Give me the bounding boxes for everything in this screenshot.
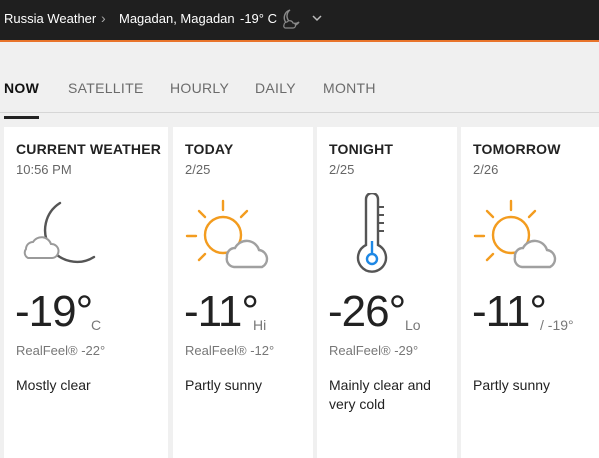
current-weather-card[interactable]: CURRENT WEATHER 10:56 PM -19° C RealFeel…: [4, 127, 168, 458]
chevron-right-icon: ›: [101, 10, 106, 26]
weather-phrase: Partly sunny: [185, 377, 263, 393]
current-temperature: -19°: [15, 287, 93, 336]
breadcrumb-region[interactable]: Russia Weather: [4, 11, 96, 26]
card-date: 2/25: [329, 162, 355, 177]
tab-now[interactable]: NOW: [4, 80, 40, 119]
breadcrumb-location[interactable]: Magadan, Magadan: [119, 11, 235, 26]
realfeel: RealFeel® -29°: [329, 343, 419, 358]
moon-cloud-icon: [23, 201, 96, 264]
low-temperature-secondary: / -19°: [540, 317, 574, 333]
top-bar: Russia Weather › Magadan, Magadan -19° C: [0, 0, 599, 42]
today-card[interactable]: TODAY 2/25 -11° Hi RealFeel® -12° Partly…: [173, 127, 313, 458]
card-title: TONIGHT: [329, 141, 394, 157]
thermometer-cold-icon: [356, 193, 388, 273]
card-title: TOMORROW: [473, 141, 561, 157]
weather-phrase: Mainly clear and very cold: [329, 377, 431, 412]
low-temperature: -26°: [328, 287, 406, 336]
tab-satellite[interactable]: SATELLITE: [68, 80, 144, 96]
card-date: 2/26: [473, 162, 499, 177]
weather-phrase: Mostly clear: [16, 377, 91, 393]
partly-sunny-icon: [473, 199, 557, 269]
tab-month[interactable]: MONTH: [323, 80, 376, 96]
low-label: Lo: [405, 317, 421, 333]
chevron-down-icon[interactable]: [311, 13, 323, 23]
card-date: 2/25: [185, 162, 211, 177]
card-title: TODAY: [185, 141, 234, 157]
realfeel: RealFeel® -12°: [185, 343, 275, 358]
tab-daily[interactable]: DAILY: [255, 80, 296, 96]
high-label: Hi: [253, 317, 267, 333]
header-temperature: -19° C: [240, 11, 277, 26]
tomorrow-card[interactable]: TOMORROW 2/26 -11° / -19° Partly sunny: [461, 127, 599, 458]
tab-bar: NOW SATELLITE HOURLY DAILY MONTH: [0, 42, 599, 119]
realfeel: RealFeel® -22°: [16, 343, 106, 358]
partly-sunny-icon: [185, 199, 269, 269]
high-temperature: -11°: [472, 287, 547, 336]
moon-cloud-icon: [283, 9, 300, 29]
card-time: 10:56 PM: [16, 162, 72, 177]
tab-hourly[interactable]: HOURLY: [170, 80, 229, 96]
weather-phrase: Partly sunny: [473, 377, 551, 393]
high-temperature: -11°: [184, 287, 259, 336]
card-title: CURRENT WEATHER: [16, 141, 162, 157]
temperature-unit: C: [91, 317, 102, 333]
tonight-card[interactable]: TONIGHT 2/25 -26° Lo RealFeel® -29° Main…: [317, 127, 457, 458]
